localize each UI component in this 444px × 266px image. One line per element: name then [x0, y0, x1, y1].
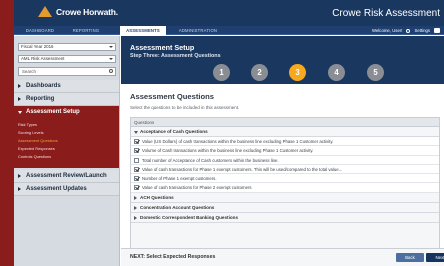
question-text: Number of Phase 1 exempt customers. — [142, 176, 217, 182]
group-label: ACH Questions — [140, 194, 174, 200]
user-area: Welcome, User! Settings — [372, 26, 440, 35]
chevron-right-icon — [18, 97, 21, 101]
search-icon[interactable] — [109, 69, 113, 73]
question-row: Value (US Dollars) of cash transactions … — [131, 137, 439, 147]
sidebar-section-label: Assessment Updates — [26, 186, 87, 192]
subnav-scoring-levels[interactable]: Scoring Levels — [14, 129, 119, 137]
main-nav: DASHBOARD REPORTING ASSESSMENTS ADMINIST… — [14, 26, 444, 35]
question-checkbox[interactable] — [134, 139, 139, 144]
nav-reporting[interactable]: REPORTING — [66, 26, 106, 35]
subnav-expected-responses[interactable]: Expected Responses — [14, 145, 119, 153]
search-input[interactable]: Search — [18, 67, 116, 76]
subnav-assessment-questions[interactable]: Assessment Questions — [14, 137, 119, 145]
question-checkbox[interactable] — [134, 148, 139, 154]
step-3-current[interactable]: 3 — [289, 64, 306, 81]
page-subtitle: Step Three: Assessment Questions — [130, 53, 221, 59]
sidebar-section-reporting[interactable]: Reporting — [14, 93, 119, 106]
sidebar-section-label: Dashboards — [26, 83, 61, 89]
wizard-footer: NEXT: Select Expected Responses Back Nex… — [121, 248, 444, 266]
chevron-right-icon — [134, 215, 137, 220]
step-2[interactable]: 2 — [251, 64, 268, 81]
logout-icon[interactable] — [434, 28, 440, 33]
question-row: Total number of Acceptance of Cash custo… — [131, 155, 439, 165]
main-content: Assessment Setup Step Three: Assessment … — [121, 36, 444, 266]
assessment-select[interactable]: AML Risk Assessment — [18, 55, 116, 63]
chevron-down-icon — [134, 131, 138, 134]
sidebar: Fiscal Year 2016 AML Risk Assessment Sea… — [14, 36, 120, 266]
sidebar-section-label: Assessment Setup — [26, 109, 80, 115]
back-button[interactable]: Back — [396, 253, 424, 262]
chevron-down-icon — [18, 111, 22, 114]
question-checkbox[interactable] — [134, 166, 139, 172]
sidebar-section-updates[interactable]: Assessment Updates — [14, 183, 119, 196]
chevron-right-icon — [18, 174, 21, 178]
nav-assessments[interactable]: ASSESSMENTS — [120, 26, 166, 35]
question-row: Value of cash transactions for Phase 1 e… — [131, 164, 439, 175]
question-text: Volume of Cash transactions within the b… — [142, 148, 314, 154]
settings-link[interactable]: Settings — [414, 26, 430, 35]
sidebar-section-dashboards[interactable]: Dashboards — [14, 80, 119, 93]
page-title: Assessment Setup — [130, 43, 195, 52]
question-checkbox[interactable] — [134, 185, 139, 191]
product-title: Crowe Risk Assessment — [332, 8, 440, 19]
question-group-domestic-correspondent[interactable]: Domestic Correspondent Banking Questions — [131, 213, 439, 223]
chevron-right-icon — [18, 187, 21, 191]
question-checkbox[interactable] — [134, 176, 139, 182]
question-text: Value (US Dollars) of cash transactions … — [142, 139, 334, 144]
question-group-cash[interactable]: Acceptance of Cash Questions — [131, 127, 439, 137]
gear-icon[interactable] — [406, 28, 411, 33]
group-label: Domestic Correspondent Banking Questions — [140, 214, 239, 220]
nav-administration[interactable]: ADMINISTRATION — [172, 26, 224, 35]
question-row: Number of Phase 1 exempt customers. — [131, 174, 439, 184]
chevron-down-icon — [109, 58, 113, 60]
section-title: Assessment Questions — [130, 92, 214, 101]
sidebar-section-label: Reporting — [26, 96, 55, 102]
step-4[interactable]: 4 — [328, 64, 345, 81]
sidebar-section-label: Assessment Review/Launch — [26, 173, 107, 179]
subnav-controls-questions[interactable]: Controls Questions — [14, 153, 119, 161]
group-label: Concentration Account Questions — [140, 204, 215, 210]
fiscal-year-value: Fiscal Year 2016 — [21, 44, 54, 49]
chevron-down-icon — [109, 46, 113, 48]
fiscal-year-select[interactable]: Fiscal Year 2016 — [18, 43, 116, 51]
brand-name: Crowe Horwath. — [56, 6, 118, 17]
question-text: Value of cash transactions for Phase 2 e… — [142, 185, 252, 191]
chevron-right-icon — [134, 205, 137, 210]
question-group-concentration[interactable]: Concentration Account Questions — [131, 203, 439, 213]
table-header: Questions — [131, 118, 439, 127]
question-text: Total number of Acceptance of Cash custo… — [142, 157, 279, 163]
question-row: Volume of Cash transactions within the b… — [131, 146, 439, 156]
group-label: Acceptance of Cash Questions — [140, 129, 208, 134]
setup-banner: Assessment Setup Step Three: Assessment … — [121, 36, 444, 84]
step-5[interactable]: 5 — [367, 64, 384, 81]
nav-dashboard[interactable]: DASHBOARD — [20, 26, 60, 35]
step-1[interactable]: 1 — [213, 64, 230, 81]
chevron-right-icon — [18, 84, 21, 88]
next-button[interactable]: Next — [426, 253, 444, 262]
top-header: Crowe Horwath. Crowe Risk Assessment — [14, 0, 444, 26]
assessment-value: AML Risk Assessment — [21, 56, 65, 61]
assessment-setup-subnav: Risk Types Scoring Levels Assessment Que… — [14, 118, 119, 168]
search-placeholder: Search — [22, 69, 36, 74]
next-step-label: NEXT: Select Expected Responses — [130, 254, 216, 260]
question-checkbox[interactable] — [134, 157, 139, 163]
chevron-right-icon — [134, 195, 137, 200]
question-group-ach[interactable]: ACH Questions — [131, 193, 439, 203]
question-row: Value of cash transactions for Phase 2 e… — [131, 183, 439, 193]
questions-table: Questions Acceptance of Cash Questions V… — [130, 117, 440, 249]
question-text: Value of cash transactions for Phase 1 e… — [142, 166, 343, 172]
app-window: Crowe Horwath. Crowe Risk Assessment DAS… — [14, 0, 444, 266]
section-description: Select the questions to be included in t… — [130, 105, 240, 110]
sidebar-section-review-launch[interactable]: Assessment Review/Launch — [14, 170, 119, 183]
brand-logo[interactable]: Crowe Horwath. — [38, 6, 118, 17]
welcome-text: Welcome, User! — [371, 28, 403, 33]
subnav-risk-types[interactable]: Risk Types — [14, 121, 119, 129]
crowe-logo-icon — [38, 6, 52, 17]
